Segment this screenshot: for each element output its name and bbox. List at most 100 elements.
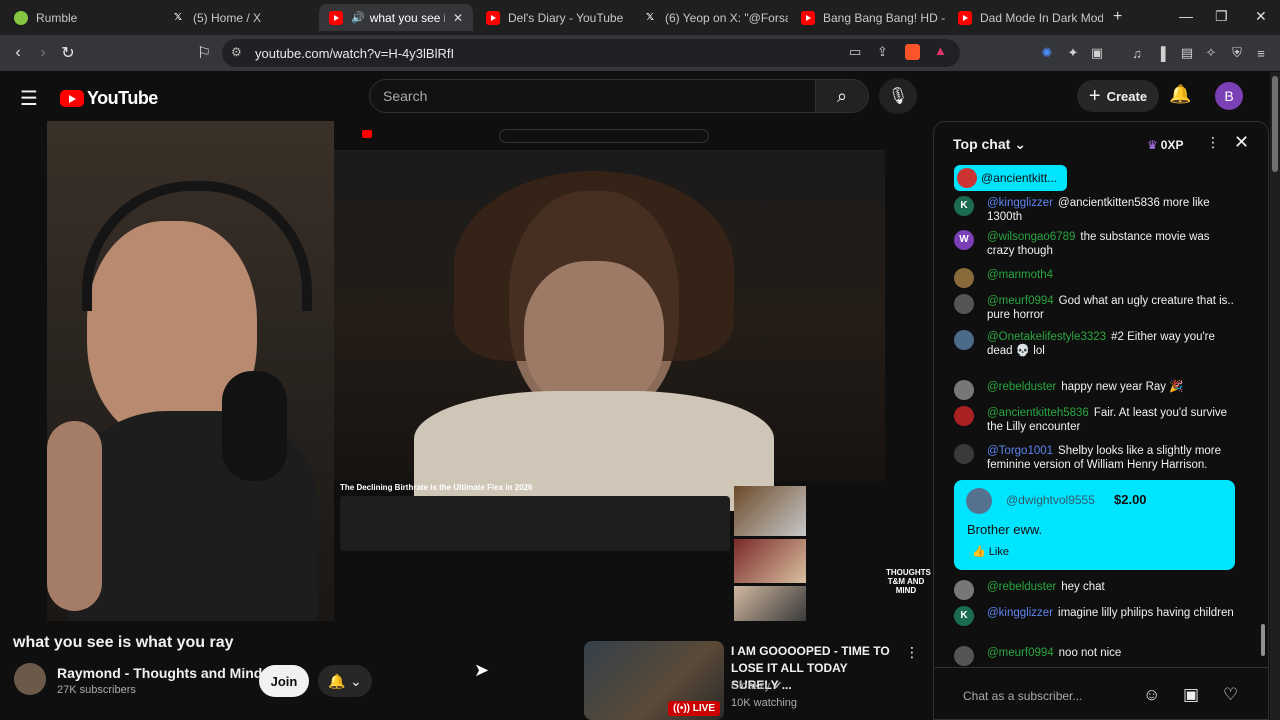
superchat-card[interactable]: @dwightvol9555 $2.00 Brother eww. 👍 Like bbox=[954, 480, 1235, 570]
chat-avatar[interactable] bbox=[954, 294, 974, 314]
xp-badge[interactable]: ♛ 0XP bbox=[1147, 135, 1183, 155]
chat-avatar[interactable] bbox=[954, 444, 974, 464]
chat-avatar[interactable] bbox=[954, 380, 974, 400]
chat-username[interactable]: @Torgo1001 bbox=[987, 445, 1053, 457]
puzzle-icon[interactable]: ✦ bbox=[1065, 45, 1081, 61]
chat-avatar[interactable] bbox=[954, 646, 974, 666]
superchat-user: @dwightvol9555 bbox=[1006, 493, 1095, 507]
page-scroll-thumb[interactable] bbox=[1272, 76, 1278, 172]
chat-username[interactable]: @rebelduster bbox=[987, 581, 1056, 593]
tab-x-yeop[interactable]: 𝕏 (6) Yeop on X: "@Forsaken bbox=[633, 4, 788, 31]
address-bar[interactable]: ⚙ youtube.com/watch?v=H-4y3lBlRfI ▭ ⇪ ▲ bbox=[222, 39, 960, 67]
create-label: Create bbox=[1106, 88, 1148, 104]
tab-youtube-active[interactable]: 🔊 what you see is wh ✕ bbox=[319, 4, 473, 31]
heart-icon[interactable]: ♡ bbox=[1223, 685, 1238, 705]
microphone-prop bbox=[222, 371, 287, 481]
reload-icon[interactable]: ↻ bbox=[57, 42, 79, 64]
superchat-avatar bbox=[966, 488, 992, 514]
chat-username[interactable]: @rebelduster bbox=[987, 381, 1056, 393]
site-info-icon[interactable]: ⚙ bbox=[231, 45, 242, 59]
sidebar-icon[interactable]: ▐ bbox=[1153, 45, 1169, 61]
channel-avatar[interactable] bbox=[14, 663, 46, 695]
account-avatar[interactable]: B bbox=[1215, 82, 1243, 110]
superchat-message: Brother eww. bbox=[967, 522, 1043, 537]
top-chat-dropdown[interactable]: Top chat ⌄ bbox=[953, 136, 1026, 153]
vpn-icon[interactable]: ⛨ bbox=[1229, 45, 1245, 61]
chat-avatar[interactable]: K bbox=[954, 606, 974, 626]
forward-arrow-icon[interactable]: › bbox=[32, 42, 54, 64]
create-button[interactable]: + Create bbox=[1077, 80, 1159, 112]
microphone-icon: 🎙 bbox=[887, 88, 909, 105]
page-scrollbar[interactable] bbox=[1270, 72, 1280, 720]
chat-username[interactable]: @kingglizzer bbox=[987, 197, 1053, 209]
chat-avatar[interactable] bbox=[954, 268, 974, 288]
music-icon[interactable]: ♫ bbox=[1129, 45, 1145, 61]
shared-yt-logo-icon bbox=[362, 130, 372, 138]
chat-username[interactable]: @meurf0994 bbox=[987, 647, 1054, 659]
tab-bang-bang[interactable]: Bang Bang Bang! HD - You bbox=[791, 4, 946, 31]
back-arrow-icon[interactable]: ‹ bbox=[7, 42, 29, 64]
sparkle-icon[interactable]: ✧ bbox=[1203, 45, 1219, 61]
browser-tab-strip: Rumble 𝕏 (5) Home / X 🔊 what you see is … bbox=[0, 0, 1280, 35]
subscribed-notifications-button[interactable]: 🔔 ⌄ bbox=[318, 665, 372, 697]
recommended-thumbnail[interactable]: ((•)) LIVE bbox=[584, 641, 724, 720]
chat-avatar[interactable] bbox=[954, 330, 974, 350]
tab-label: Rumble bbox=[36, 10, 78, 25]
chat-username[interactable]: @kingglizzer bbox=[987, 607, 1053, 619]
chat-username[interactable]: @manmoth4 bbox=[987, 269, 1053, 281]
super-chat-icon[interactable]: ▣ bbox=[1183, 685, 1199, 705]
hamburger-menu-icon[interactable]: ☰ bbox=[20, 86, 38, 111]
chat-avatar[interactable] bbox=[954, 580, 974, 600]
close-window-button[interactable]: ✕ bbox=[1255, 8, 1267, 25]
pinned-user-chip[interactable]: @ancientkitt... bbox=[954, 165, 1068, 191]
extension-icon[interactable]: ✺ bbox=[1039, 45, 1055, 61]
chat-avatar[interactable]: W bbox=[954, 230, 974, 250]
superchat-like-button[interactable]: 👍 Like bbox=[972, 545, 1009, 558]
chat-username[interactable]: @Onetakelifestyle3323 bbox=[987, 331, 1106, 343]
recommended-watching-count: 10K watching bbox=[731, 697, 798, 709]
brave-shield-icon[interactable] bbox=[905, 44, 920, 60]
chat-username[interactable]: @ancientkitteh5836 bbox=[987, 407, 1089, 419]
chat-avatar[interactable]: K bbox=[954, 196, 974, 216]
tab-x-home[interactable]: 𝕏 (5) Home / X bbox=[161, 4, 316, 31]
chat-username[interactable]: @meurf0994 bbox=[987, 295, 1054, 307]
video-player[interactable]: The Declining Birthrate is the Ultimate … bbox=[47, 121, 885, 621]
more-options-icon[interactable]: ⋮ bbox=[905, 644, 919, 661]
cast-icon[interactable]: ▭ bbox=[849, 44, 861, 60]
close-tab-icon[interactable]: ✕ bbox=[453, 11, 463, 25]
search-button[interactable]: ⌕ bbox=[815, 79, 869, 113]
screen-share: The Declining Birthrate is the Ultimate … bbox=[334, 121, 885, 621]
youtube-play-icon bbox=[60, 90, 84, 107]
shared-thumb-3 bbox=[734, 586, 806, 621]
search-input[interactable]: Search bbox=[369, 79, 816, 113]
share-icon[interactable]: ⇪ bbox=[877, 44, 888, 60]
reading-list-icon[interactable]: ▤ bbox=[1179, 45, 1195, 61]
channel-name[interactable]: Raymond - Thoughts and Mind bbox=[57, 665, 262, 681]
chat-username[interactable]: @wilsongao6789 bbox=[987, 231, 1075, 243]
wallet-icon[interactable]: ▣ bbox=[1089, 45, 1105, 61]
tab-rumble[interactable]: Rumble bbox=[4, 4, 159, 31]
minimize-button[interactable]: — bbox=[1179, 8, 1193, 24]
notifications-bell-icon[interactable]: 🔔 bbox=[1169, 84, 1191, 105]
chat-scroll-thumb[interactable] bbox=[1261, 624, 1265, 656]
maximize-button[interactable]: ❐ bbox=[1215, 8, 1228, 25]
youtube-logo[interactable]: YouTube bbox=[60, 88, 158, 109]
emoji-icon[interactable]: ☺ bbox=[1143, 685, 1160, 705]
chat-more-icon[interactable]: ⋮ bbox=[1206, 134, 1220, 151]
menu-icon[interactable]: ≡ bbox=[1253, 45, 1269, 61]
recommended-channel[interactable]: Cloakzy ✔ bbox=[731, 679, 782, 692]
bookmark-icon[interactable]: ⚐ bbox=[193, 42, 215, 64]
chat-close-icon[interactable]: ✕ bbox=[1234, 132, 1249, 153]
tab-dad-mode[interactable]: Dad Mode In Dark Mode bbox=[948, 4, 1103, 31]
tab-dels-diary[interactable]: Del's Diary - YouTube bbox=[476, 4, 631, 31]
mouse-cursor-icon: ➤ bbox=[474, 660, 490, 680]
voice-search-button[interactable]: 🎙 bbox=[879, 78, 917, 114]
chat-text: hey chat bbox=[1061, 581, 1105, 593]
join-button[interactable]: Join bbox=[259, 665, 309, 697]
channel-watermark-logo: THOUGHTS T&M AND MIND bbox=[886, 568, 931, 595]
chat-input[interactable]: Chat as a subscriber... bbox=[963, 689, 1082, 703]
chat-avatar[interactable] bbox=[954, 406, 974, 426]
new-tab-button[interactable]: + bbox=[1113, 8, 1122, 26]
brave-rewards-icon[interactable]: ▲ bbox=[934, 43, 947, 58]
chat-scrollbar[interactable] bbox=[1260, 204, 1266, 666]
